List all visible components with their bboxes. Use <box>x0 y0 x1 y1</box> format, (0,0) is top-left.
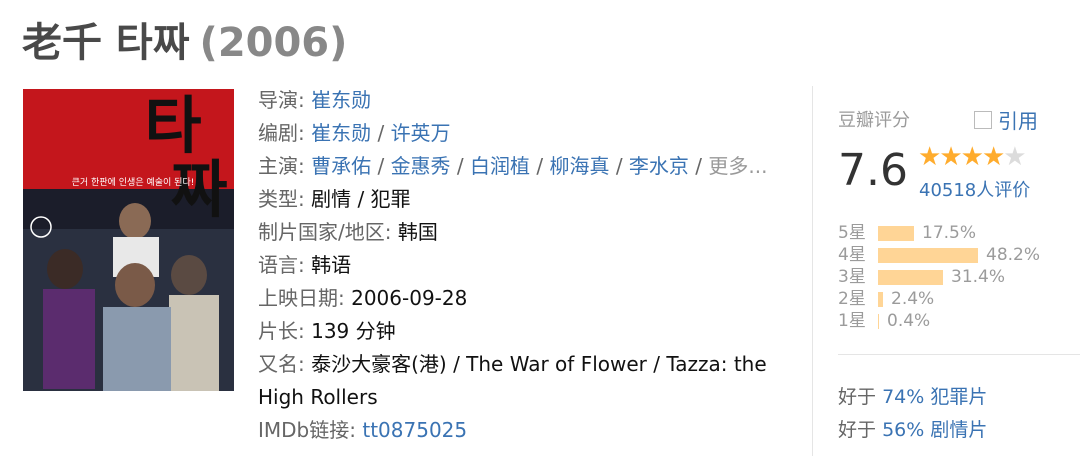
movie-year: (2006) <box>199 20 348 66</box>
separator: / <box>450 154 471 178</box>
rating-dist-percent: 17.5% <box>922 223 977 243</box>
runtime-value: 139 分钟 <box>311 319 396 343</box>
rating-dist-label: 3星 <box>838 267 866 287</box>
genre-value: 剧情 / 犯罪 <box>311 187 411 211</box>
separator: / <box>688 154 709 178</box>
rating-dist-percent: 2.4% <box>891 289 935 309</box>
aka-value: 泰沙大豪客(港) / The War of Flower / Tazza: th… <box>258 352 767 409</box>
director-link[interactable]: 崔东勋 <box>311 88 371 112</box>
rating-distribution: 5星 17.5% 4星 48.2% 3星 31.4% 2星 2.4% 1星 0.4% <box>838 222 1040 332</box>
cast-link[interactable]: 曹承佑 <box>311 154 371 178</box>
imdb-row: IMDb链接: tt0875025 <box>258 414 778 447</box>
cast-more-link[interactable]: 更多... <box>708 154 767 178</box>
release-row: 上映日期: 2006-09-28 <box>258 282 778 315</box>
genre-label: 类型: <box>258 187 305 211</box>
writer-link[interactable]: 崔东勋 <box>311 121 371 145</box>
language-value: 韩语 <box>311 253 352 277</box>
poster-title-bottom: 짜 <box>170 153 227 226</box>
external-link-icon <box>974 111 992 129</box>
rating-dist-label: 1星 <box>838 311 866 331</box>
separator: / <box>371 154 391 178</box>
cast-row: 主演: 曹承佑 / 金惠秀 / 白润植 / 柳海真 / 李水京 / 更多... <box>258 150 778 183</box>
star-filled-icon: ★ <box>918 142 941 172</box>
better-than-row: 好于 56% 剧情片 <box>838 415 987 442</box>
separator: / <box>371 121 391 145</box>
genre-row: 类型: 剧情 / 犯罪 <box>258 183 778 216</box>
better-than-row: 好于 74% 犯罪片 <box>838 382 987 409</box>
aka-row: 又名: 泰沙大豪客(港) / The War of Flower / Tazza… <box>258 348 778 414</box>
rating-dist-row: 4星 48.2% <box>838 244 1040 266</box>
movie-info: 导演: 崔东勋 编剧: 崔东勋 / 许英万 主演: 曹承佑 / 金惠秀 / 白润… <box>258 84 778 447</box>
rating-dist-bar <box>878 313 879 329</box>
aka-label: 又名: <box>258 352 305 376</box>
rating-score: 7.6 <box>838 145 908 196</box>
poster-title-top: 타 <box>144 89 201 162</box>
cast-link[interactable]: 李水京 <box>629 154 689 178</box>
writer-link[interactable]: 许英万 <box>391 121 451 145</box>
poster-tagline: 큰거 한판에 인생은 예술이 된다! <box>72 176 195 188</box>
star-filled-icon: ★ <box>939 142 962 172</box>
rating-dist-row: 3星 31.4% <box>838 266 1040 288</box>
rating-dist-percent: 31.4% <box>951 267 1006 287</box>
rating-dist-row: 1星 0.4% <box>838 310 1040 332</box>
imdb-label: IMDb链接: <box>258 418 356 442</box>
movie-title: 老千 타짜 <box>22 20 190 66</box>
better-than-link[interactable]: 56% 剧情片 <box>882 419 987 441</box>
rating-dist-bar <box>878 269 943 285</box>
rating-dist-bar <box>878 247 978 263</box>
cast-link[interactable]: 白润植 <box>470 154 530 178</box>
runtime-row: 片长: 139 分钟 <box>258 315 778 348</box>
cast-link[interactable]: 金惠秀 <box>391 154 451 178</box>
separator: / <box>609 154 629 178</box>
language-label: 语言: <box>258 253 305 277</box>
divider-vertical <box>812 86 813 456</box>
separator: / <box>530 154 550 178</box>
release-label: 上映日期: <box>258 286 345 310</box>
director-label: 导演: <box>258 88 305 112</box>
rating-dist-row: 5星 17.5% <box>838 222 1040 244</box>
rating-stars: ★★★★★ <box>918 142 1027 172</box>
country-row: 制片国家/地区: 韩国 <box>258 216 778 249</box>
rating-dist-percent: 48.2% <box>986 245 1041 265</box>
rating-dist-label: 2星 <box>838 289 866 309</box>
quote-label: 引用 <box>998 109 1038 133</box>
rating-dist-row: 2星 2.4% <box>838 288 1040 310</box>
better-than-prefix: 好于 <box>838 386 877 408</box>
better-than-link[interactable]: 74% 犯罪片 <box>882 386 987 408</box>
language-row: 语言: 韩语 <box>258 249 778 282</box>
star-empty-icon: ★ <box>1003 142 1026 172</box>
movie-poster[interactable]: 타 짜 큰거 한판에 인생은 예술이 된다! <box>23 89 234 391</box>
writer-row: 编剧: 崔东勋 / 许英万 <box>258 117 778 150</box>
divider-horizontal <box>838 354 1080 355</box>
better-than-prefix: 好于 <box>838 419 877 441</box>
release-value: 2006-09-28 <box>351 286 468 310</box>
runtime-label: 片长: <box>258 319 305 343</box>
rating-dist-label: 4星 <box>838 245 866 265</box>
writer-label: 编剧: <box>258 121 305 145</box>
quote-link[interactable]: 引用 <box>974 105 1038 134</box>
star-filled-icon: ★ <box>960 142 984 172</box>
star-filled-icon: ★ <box>981 142 1005 172</box>
rating-dist-percent: 0.4% <box>887 311 931 331</box>
director-row: 导演: 崔东勋 <box>258 84 778 117</box>
rating-label: 豆瓣评分 <box>838 110 910 131</box>
imdb-link[interactable]: tt0875025 <box>362 418 467 442</box>
cast-label: 主演: <box>258 154 305 178</box>
country-label: 制片国家/地区: <box>258 220 392 244</box>
page-title: 老千 타짜 (2006) <box>22 10 347 68</box>
cast-link[interactable]: 柳海真 <box>549 154 609 178</box>
rating-dist-bar <box>878 291 883 307</box>
rating-dist-bar <box>878 225 914 241</box>
rating-dist-label: 5星 <box>838 223 866 243</box>
votes-link[interactable]: 40518人评价 <box>919 176 1030 202</box>
country-value: 韩国 <box>397 220 438 244</box>
